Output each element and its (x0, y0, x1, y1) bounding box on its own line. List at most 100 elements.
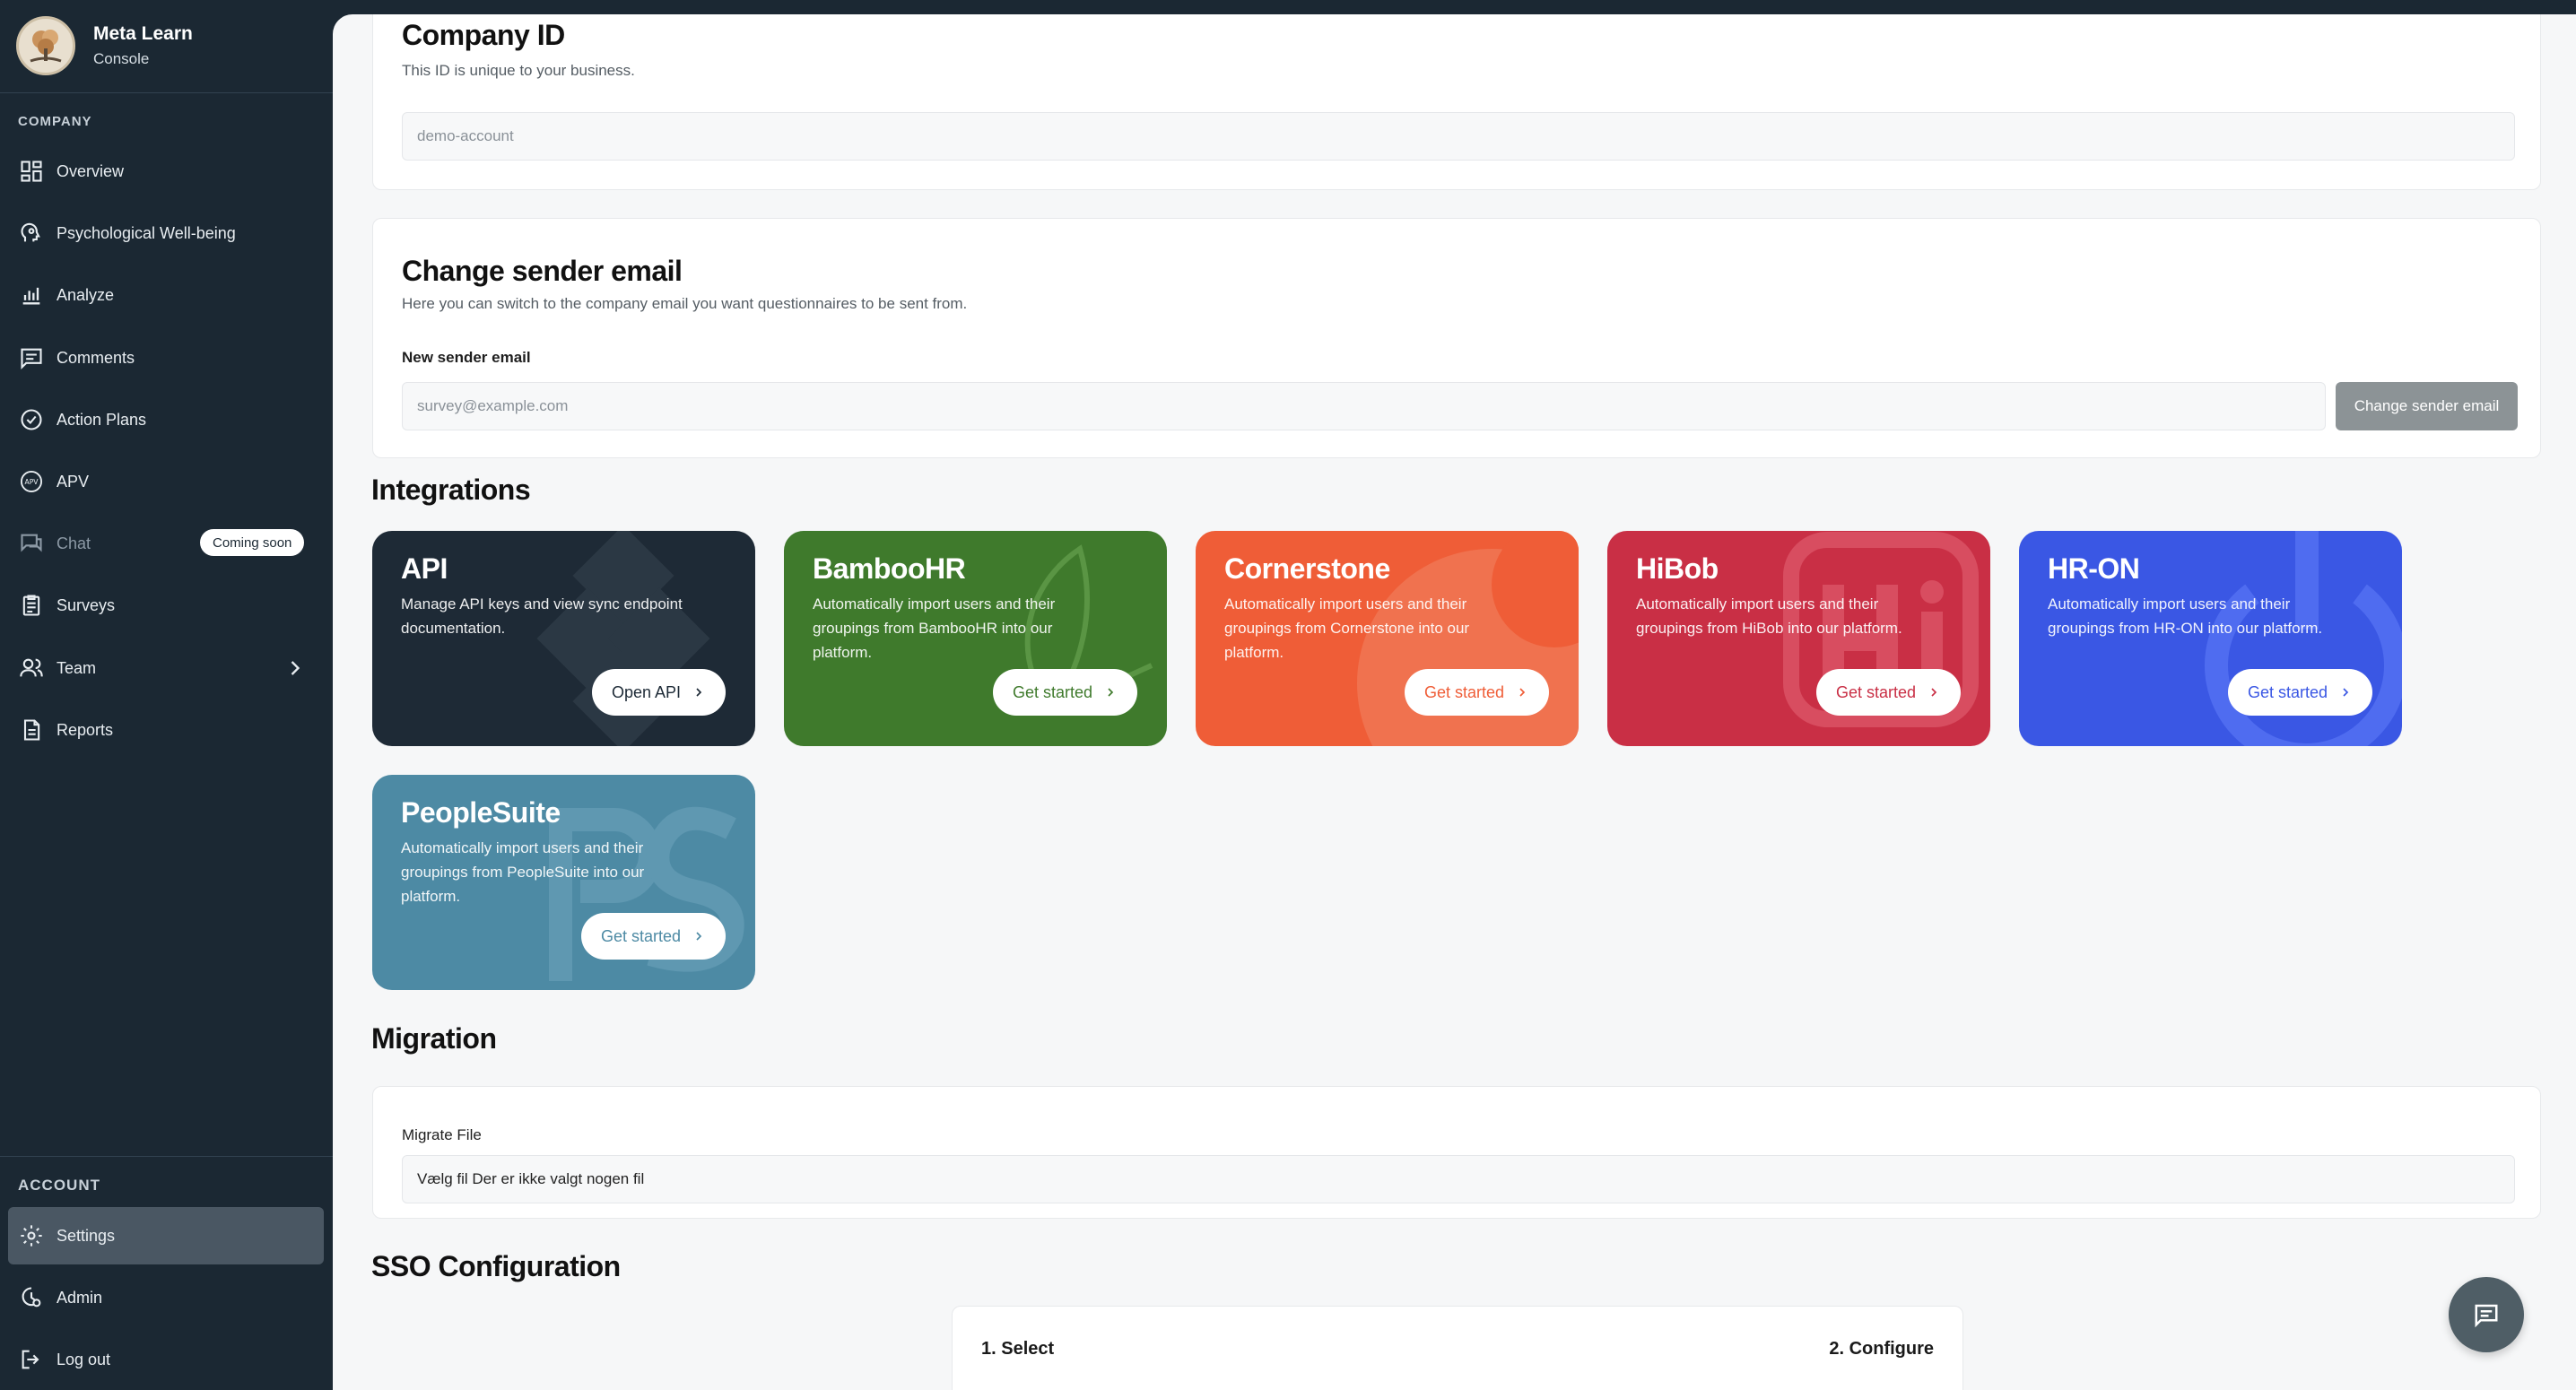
sidebar: Meta Learn Console COMPANY Overview Psyc… (0, 0, 333, 1390)
integration-tile-hibob: HiBob Automatically import users and the… (1607, 531, 1990, 746)
sso-step-configure[interactable]: 2. Configure (1829, 1339, 1934, 1360)
sidebar-item-psychological-well-being[interactable]: Psychological Well-being (8, 204, 324, 262)
apv-icon: APV (19, 469, 44, 494)
company-id-field: demo-account (402, 112, 2515, 161)
sidebar-item-team[interactable]: Team (8, 639, 324, 697)
button-label: Get started (2247, 682, 2328, 701)
tile-title: HiBob (1636, 552, 1719, 585)
hr-on-get-started-button[interactable]: Get started (2227, 669, 2372, 716)
change-sender-email-button[interactable]: Change sender email (2336, 382, 2518, 430)
chevron-right-icon[interactable] (283, 656, 308, 681)
svg-text:APV: APV (25, 478, 39, 486)
brand-name: Meta Learn (93, 23, 193, 44)
message-icon (2475, 1304, 2498, 1328)
tile-description: Automatically import users and their gro… (401, 839, 645, 905)
clipboard-icon (19, 593, 44, 618)
tile-title: API (401, 552, 448, 585)
peoplesuite-get-started-button[interactable]: Get started (580, 913, 726, 960)
tile-description: Automatically import users and their gro… (1636, 595, 1902, 637)
tile-description: Automatically import users and their gro… (813, 595, 1056, 661)
sidebar-item-chat[interactable]: Chat Coming soon (8, 515, 324, 572)
tile-title: BambooHR (813, 552, 966, 585)
integration-tile-hr-on: HR-ON Automatically import users and the… (2019, 531, 2402, 746)
open-api-button[interactable]: Open API (591, 669, 726, 716)
tile-description: Automatically import users and their gro… (1224, 595, 1470, 661)
sidebar-item-surveys[interactable]: Surveys (8, 577, 324, 634)
chevron-right-icon (1931, 688, 1937, 697)
sidebar-item-analyze[interactable]: Analyze (8, 266, 324, 324)
button-label: Get started (1423, 682, 1504, 701)
sidebar-item-label: Team (57, 658, 97, 677)
head-icon (19, 221, 44, 246)
sidebar-divider (0, 1156, 333, 1157)
sidebar-item-label: Reports (57, 720, 114, 739)
sidebar-item-label: APV (57, 472, 90, 491)
integration-tile-api: API Manage API keys and view sync endpoi… (372, 531, 755, 746)
app: Meta Learn Console COMPANY Overview Psyc… (0, 0, 2576, 1390)
sender-email-input[interactable]: survey@example.com (402, 382, 2326, 430)
brand[interactable]: Meta Learn Console (16, 14, 193, 77)
sidebar-item-label: Chat (57, 534, 91, 552)
comment-icon (19, 345, 44, 370)
sidebar-item-admin[interactable]: Admin (8, 1269, 324, 1326)
tile-title: HR-ON (2048, 552, 2140, 585)
new-sender-email-label: New sender email (402, 349, 531, 366)
button-label: Get started (1835, 682, 1916, 701)
brain-tree-icon (30, 30, 62, 63)
sender-email-card: Change sender email Here you can switch … (372, 218, 2541, 458)
integration-tile-peoplesuite: PeopleSuite Automatically import users a… (372, 775, 755, 990)
sender-email-title: Change sender email (402, 255, 683, 287)
brand-logo (16, 16, 75, 75)
sidebar-item-logout[interactable]: Log out (8, 1331, 324, 1388)
integration-tile-cornerstone: Cornerstone Automatically import users a… (1196, 531, 1579, 746)
integrations-heading: Integrations (371, 473, 531, 506)
migrate-file-label: Migrate File (402, 1126, 482, 1143)
migration-card: Migrate File Vælg fil Der er ikke valgt … (372, 1086, 2541, 1219)
button-label: Get started (600, 926, 681, 945)
sidebar-item-overview[interactable]: Overview (8, 143, 324, 200)
company-id-subtitle: This ID is unique to your business. (402, 62, 635, 79)
chevron-right-icon (1519, 688, 1526, 697)
sso-steps-card: 1. Select 2. Configure (952, 1306, 1963, 1390)
cornerstone-get-started-button[interactable]: Get started (1404, 669, 1549, 716)
sidebar-item-action-plans[interactable]: Action Plans (8, 391, 324, 448)
company-id-card: Company ID This ID is unique to your bus… (372, 14, 2541, 190)
bamboohr-get-started-button[interactable]: Get started (992, 669, 1137, 716)
migrate-file-input[interactable]: Vælg fil Der er ikke valgt nogen fil (402, 1155, 2515, 1203)
sidebar-item-comments[interactable]: Comments (8, 329, 324, 387)
sidebar-item-apv[interactable]: APV APV (8, 453, 324, 510)
account-section-label: ACCOUNT (18, 1177, 100, 1194)
gear-icon (19, 1223, 44, 1248)
bar-chart-icon (19, 282, 44, 308)
sender-email-subtitle: Here you can switch to the company email… (402, 295, 968, 312)
tile-description: Automatically import users and their gro… (2048, 595, 2323, 637)
integration-tile-bamboohr: BambooHR Automatically import users and … (784, 531, 1167, 746)
tile-title: PeopleSuite (401, 796, 561, 829)
sso-step-select[interactable]: 1. Select (981, 1339, 1054, 1360)
sidebar-item-label: Log out (57, 1350, 111, 1368)
sidebar-item-label: Overview (57, 161, 125, 180)
sidebar-item-reports[interactable]: Reports (8, 701, 324, 759)
admin-icon (19, 1285, 44, 1310)
coming-soon-badge: Coming soon (200, 529, 305, 556)
company-id-title: Company ID (402, 19, 565, 51)
chevron-right-icon (2343, 688, 2349, 697)
chat-fab-button[interactable] (2449, 1277, 2524, 1352)
brand-subtitle: Console (93, 50, 150, 67)
team-icon (19, 656, 44, 681)
main-content: Company ID This ID is unique to your bus… (333, 14, 2576, 1390)
sidebar-divider (0, 92, 333, 93)
chevron-right-icon (1108, 688, 1114, 697)
sidebar-item-label: Action Plans (57, 410, 147, 429)
logout-icon (19, 1347, 44, 1372)
button-label: Open API (611, 682, 681, 701)
report-icon (19, 717, 44, 743)
sidebar-item-label: Analyze (57, 285, 115, 304)
sidebar-item-label: Admin (57, 1288, 103, 1307)
chevron-right-icon (696, 932, 702, 941)
tile-title: Cornerstone (1224, 552, 1390, 585)
company-section-label: COMPANY (18, 114, 92, 129)
hibob-get-started-button[interactable]: Get started (1815, 669, 1961, 716)
sidebar-item-settings[interactable]: Settings (8, 1207, 324, 1264)
sidebar-item-label: Psychological Well-being (57, 223, 236, 242)
